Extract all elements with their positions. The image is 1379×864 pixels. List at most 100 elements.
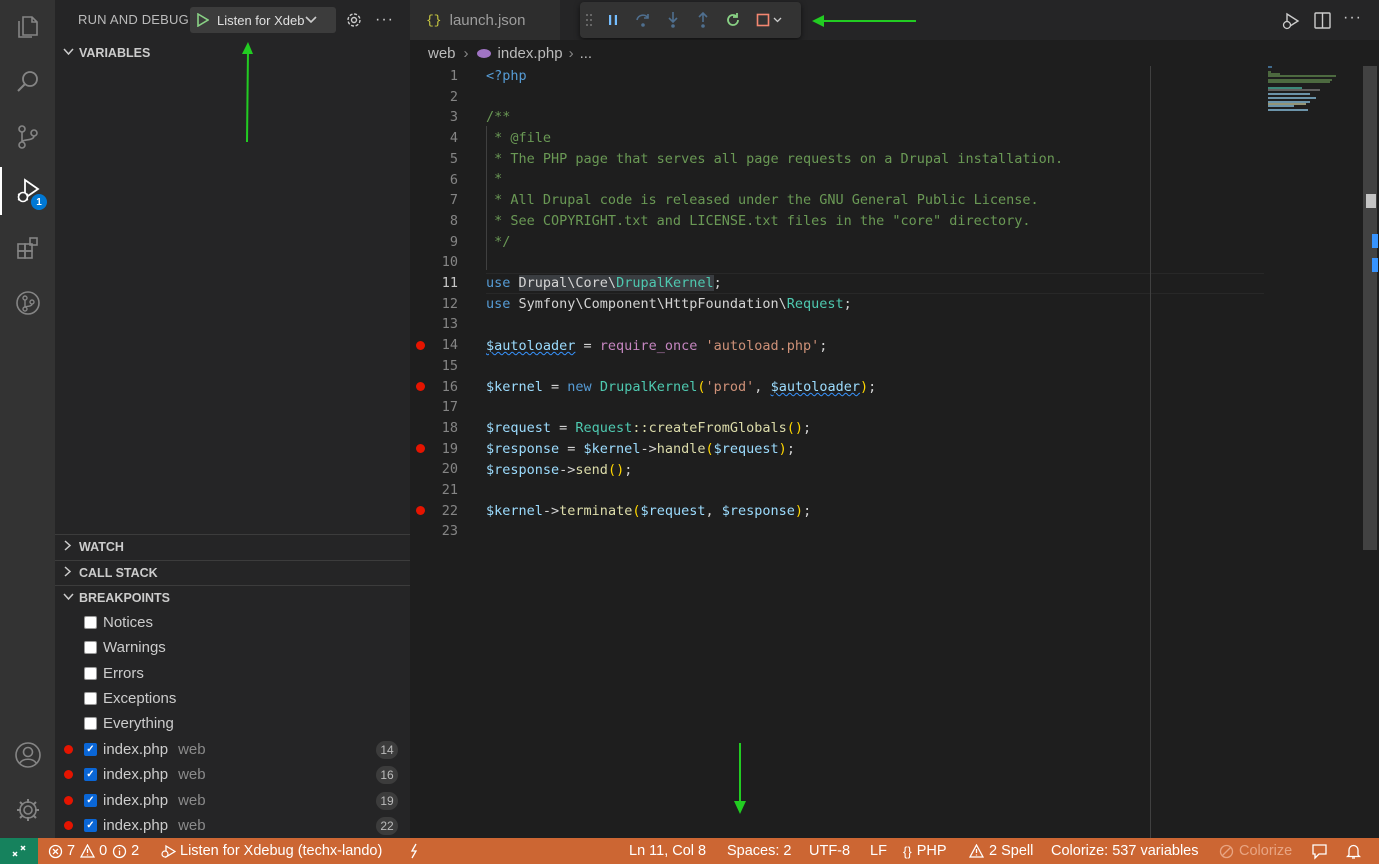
line-number[interactable]: 23: [410, 521, 458, 542]
line-number[interactable]: 17: [410, 397, 458, 418]
line-number[interactable]: 21: [410, 480, 458, 501]
line-number[interactable]: 10: [410, 252, 458, 273]
warning-icon: [80, 844, 96, 858]
variable: $kernel: [486, 503, 543, 519]
file-breakpoint-row[interactable]: ✓ index.php web 16: [55, 762, 410, 787]
source-control-icon[interactable]: [0, 113, 55, 161]
scroll-problem-marker: [1372, 234, 1378, 248]
variables-section-header[interactable]: VARIABLES: [55, 41, 410, 65]
extensions-icon[interactable]: [0, 224, 55, 272]
language-mode[interactable]: {} PHP: [903, 838, 947, 864]
breakpoints-section-header[interactable]: BREAKPOINTS: [55, 586, 410, 610]
line-number[interactable]: 15: [410, 356, 458, 377]
breakpoint-label: Exceptions: [103, 690, 177, 707]
settings-gear-icon[interactable]: [0, 786, 55, 834]
split-editor-icon[interactable]: [1314, 12, 1331, 32]
scrollbar-thumb[interactable]: [1363, 66, 1377, 550]
breakpoint-icon[interactable]: [416, 341, 425, 350]
indentation[interactable]: Spaces: 2: [727, 838, 792, 864]
pause-icon[interactable]: [598, 5, 628, 35]
exception-breakpoint-everything[interactable]: Everything: [55, 711, 410, 736]
line-number[interactable]: 12: [410, 294, 458, 315]
line-number[interactable]: 7: [410, 190, 458, 211]
checkbox[interactable]: [84, 641, 97, 654]
exception-breakpoint-exceptions[interactable]: Exceptions: [55, 686, 410, 711]
minimap[interactable]: [1266, 66, 1346, 112]
checkbox[interactable]: [84, 692, 97, 705]
plug-icon[interactable]: [407, 838, 421, 864]
exception-breakpoint-errors[interactable]: Errors: [55, 661, 410, 686]
tab-launch-json[interactable]: {} launch.json: [410, 0, 560, 40]
launch-config-select[interactable]: Listen for Xdebug: [190, 7, 336, 33]
breakpoint-icon[interactable]: [416, 444, 425, 453]
breadcrumb-more[interactable]: ...: [580, 45, 593, 62]
step-out-icon[interactable]: [688, 5, 718, 35]
drag-handle-icon[interactable]: [580, 5, 598, 35]
encoding[interactable]: UTF-8: [809, 838, 850, 864]
file-breakpoint-row[interactable]: ✓ index.php web 19: [55, 788, 410, 813]
start-debugging-icon[interactable]: [197, 13, 209, 27]
watch-section-title: WATCH: [79, 540, 124, 554]
breakpoint-icon[interactable]: [416, 382, 425, 391]
code-line: $autoloader = require_once 'autoload.php…: [486, 336, 827, 357]
feedback-icon[interactable]: [1311, 838, 1328, 864]
line-number[interactable]: 6: [410, 170, 458, 191]
watch-section-header[interactable]: WATCH: [55, 535, 410, 559]
line-number[interactable]: 3: [410, 107, 458, 128]
git-graph-icon[interactable]: [0, 279, 55, 327]
colorize-button[interactable]: Colorize: [1219, 838, 1292, 864]
more-actions-icon[interactable]: ···: [375, 11, 394, 29]
debug-session-indicator[interactable]: Listen for Xdebug (techx-lando): [160, 838, 382, 864]
checkbox-checked[interactable]: ✓: [84, 768, 97, 781]
line-number[interactable]: 13: [410, 314, 458, 335]
chevron-right-icon: [57, 540, 79, 554]
breadcrumb: web › index.php › ...: [410, 40, 1379, 66]
end-of-line[interactable]: LF: [870, 838, 887, 864]
line-number[interactable]: 18: [410, 418, 458, 439]
call-stack-section-header[interactable]: CALL STACK: [55, 561, 410, 585]
checkbox-checked[interactable]: ✓: [84, 819, 97, 832]
spell-indicator[interactable]: 2 Spell: [969, 838, 1033, 864]
code-editor[interactable]: 1 2 3 4 5 6 7 8 9 10 11 12 13 14 15 16 17 18 19 20 21 22 23 <?…: [410, 66, 1360, 838]
step-over-icon[interactable]: [628, 5, 658, 35]
breadcrumb-folder[interactable]: web: [428, 45, 456, 62]
line-number[interactable]: 9: [410, 232, 458, 253]
checkbox-checked[interactable]: ✓: [84, 743, 97, 756]
run-debug-icon[interactable]: 1: [0, 167, 55, 215]
notifications-bell-icon[interactable]: [1346, 838, 1361, 864]
search-icon[interactable]: [0, 58, 55, 106]
line-number[interactable]: 8: [410, 211, 458, 232]
line-number[interactable]: 5: [410, 149, 458, 170]
colorize-status[interactable]: Colorize: 537 variables: [1051, 838, 1199, 864]
checkbox[interactable]: [84, 616, 97, 629]
open-launch-json-gear-icon[interactable]: [345, 11, 363, 32]
explorer-icon[interactable]: [0, 3, 55, 51]
file-breakpoint-row[interactable]: ✓ index.php web 22: [55, 813, 410, 838]
exception-breakpoint-notices[interactable]: Notices: [55, 610, 410, 635]
remote-indicator[interactable]: [0, 838, 38, 864]
file-breakpoint-row[interactable]: ✓ index.php web 14: [55, 737, 410, 762]
chevron-down-icon[interactable]: [770, 5, 784, 35]
code-line: $request = Request::createFromGlobals();: [486, 420, 812, 436]
breadcrumb-file[interactable]: index.php: [498, 45, 563, 62]
checkbox[interactable]: [84, 667, 97, 680]
line-number[interactable]: 20: [410, 459, 458, 480]
problems-indicator[interactable]: 7 0 2: [48, 838, 139, 864]
editor-more-actions-icon[interactable]: ···: [1343, 9, 1362, 27]
php-open-tag: <?php: [486, 68, 527, 84]
account-icon[interactable]: [0, 731, 55, 779]
colorize-button-label: Colorize: [1239, 843, 1293, 859]
cursor-position[interactable]: Ln 11, Col 8: [629, 838, 706, 864]
line-number[interactable]: 2: [410, 87, 458, 108]
checkbox-checked[interactable]: ✓: [84, 794, 97, 807]
line-number[interactable]: 4: [410, 128, 458, 149]
line-number[interactable]: 1: [410, 66, 458, 87]
restart-icon[interactable]: [718, 5, 748, 35]
run-file-icon[interactable]: [1281, 11, 1301, 34]
step-into-icon[interactable]: [658, 5, 688, 35]
line-number[interactable]: 11: [410, 273, 458, 294]
exception-breakpoint-warnings[interactable]: Warnings: [55, 635, 410, 660]
breakpoint-icon[interactable]: [416, 506, 425, 515]
checkbox[interactable]: [84, 717, 97, 730]
vertical-scrollbar[interactable]: [1362, 66, 1379, 838]
